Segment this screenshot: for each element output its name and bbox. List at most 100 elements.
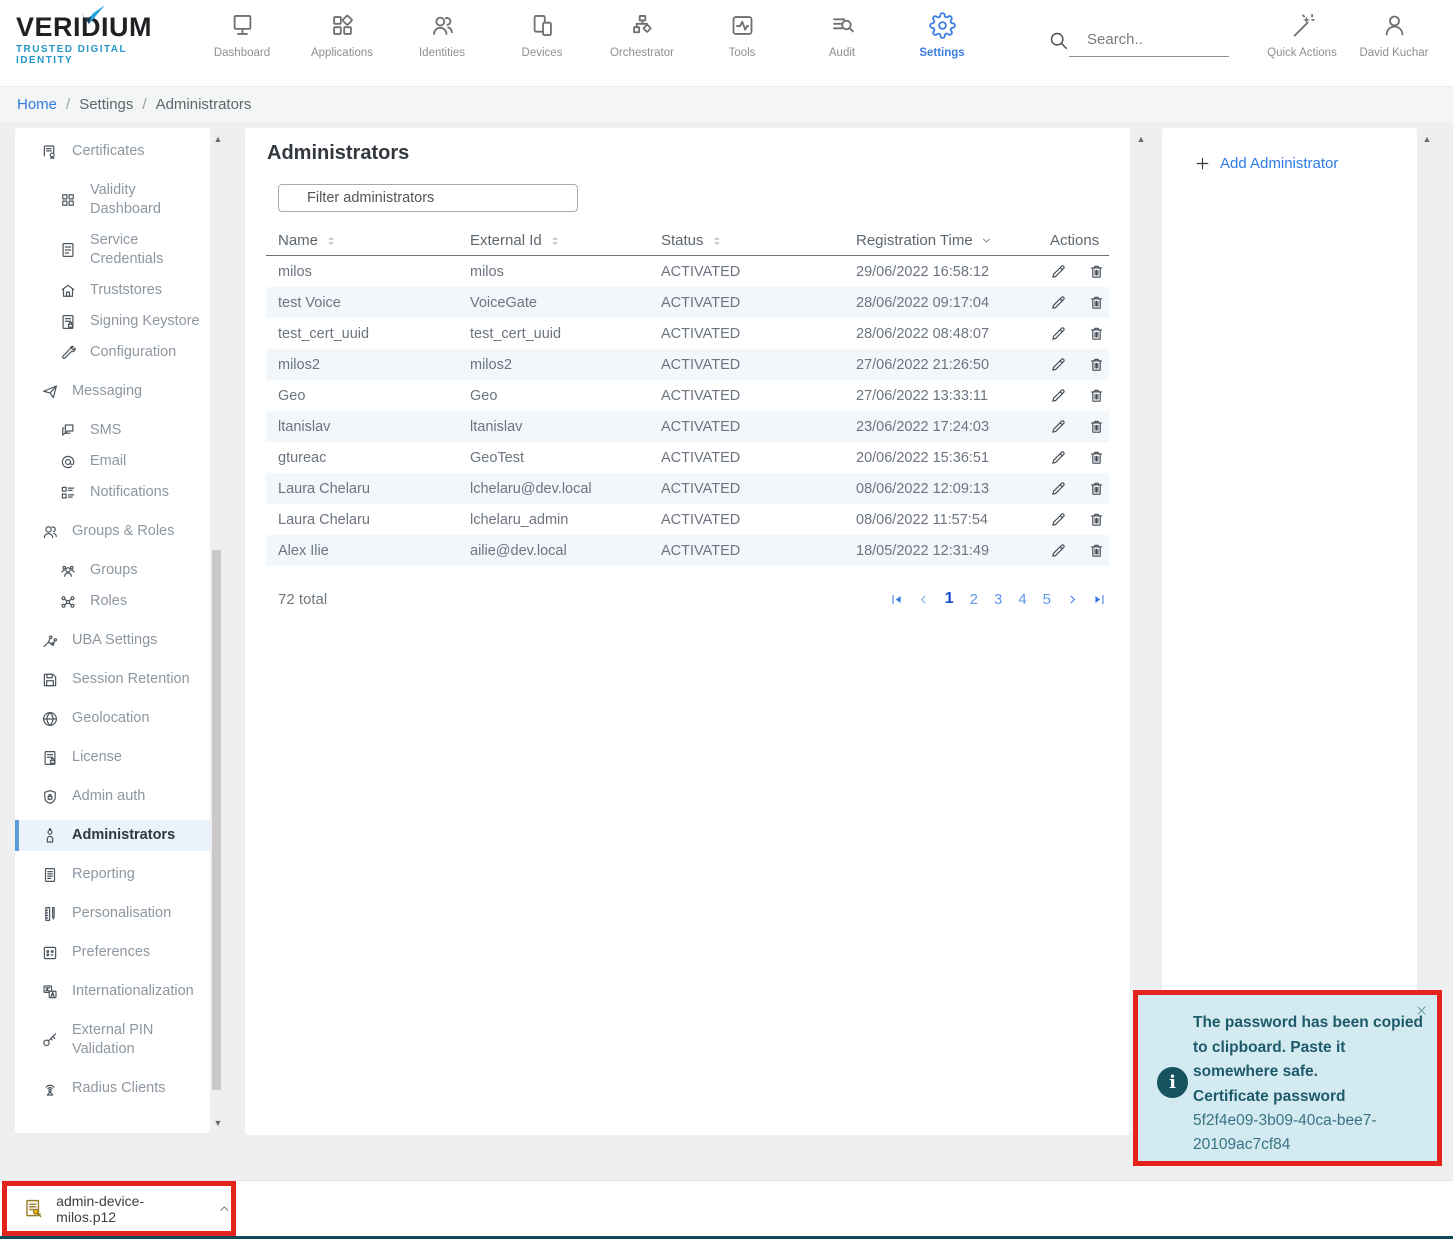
delete-button[interactable]	[1088, 325, 1105, 342]
sidebar-item-roles[interactable]: Roles	[15, 586, 210, 617]
filter-administrators-input[interactable]	[278, 184, 578, 212]
nav-item-tools[interactable]: Tools	[692, 10, 792, 59]
delete-button[interactable]	[1088, 418, 1105, 435]
column-header-external-id[interactable]: External Id	[458, 232, 649, 249]
edit-button[interactable]	[1050, 387, 1067, 404]
search-input[interactable]	[1069, 31, 1229, 57]
key-icon	[41, 1031, 59, 1049]
edit-button[interactable]	[1050, 480, 1067, 497]
edit-button[interactable]	[1050, 263, 1067, 280]
cell-name: test Voice	[266, 295, 458, 311]
sidebar-item-groups-roles[interactable]: Groups & Roles	[15, 516, 210, 547]
sidebar-item-certificates[interactable]: Certificates	[15, 136, 210, 167]
page-number-4[interactable]: 4	[1016, 591, 1028, 608]
sidebar-item-email[interactable]: Email	[15, 446, 210, 477]
cell-actions	[1038, 356, 1109, 373]
edit-button[interactable]	[1050, 294, 1067, 311]
nav-item-devices[interactable]: Devices	[492, 10, 592, 59]
first-page-button[interactable]	[889, 592, 904, 607]
edit-button[interactable]	[1050, 418, 1067, 435]
sidebar-item-external-pin-validation[interactable]: External PIN Validation	[15, 1015, 210, 1065]
nav-item-settings[interactable]: Settings	[892, 10, 992, 59]
breadcrumb-home[interactable]: Home	[17, 96, 57, 113]
cell-registration-time: 08/06/2022 12:09:13	[844, 481, 1038, 497]
cell-name: Geo	[266, 388, 458, 404]
delete-button[interactable]	[1088, 356, 1105, 373]
delete-button[interactable]	[1088, 449, 1105, 466]
sidebar-item-messaging[interactable]: Messaging	[15, 376, 210, 407]
add-administrator-button[interactable]: Add Administrator	[1194, 155, 1417, 172]
sidebar-item-service-credentials[interactable]: Service Credentials	[15, 225, 210, 275]
panel-scroll-up-icon[interactable]: ▲	[1420, 134, 1434, 144]
sidebar-item-administrators[interactable]: Administrators	[15, 820, 210, 851]
last-page-button[interactable]	[1092, 592, 1107, 607]
edit-button[interactable]	[1050, 542, 1067, 559]
sidebar-item-preferences[interactable]: Preferences	[15, 937, 210, 968]
column-header-name[interactable]: Name	[266, 232, 458, 249]
sidebar-scroll-down-icon[interactable]: ▼	[211, 1118, 225, 1128]
globe-icon	[41, 710, 59, 728]
previous-page-button[interactable]	[916, 592, 931, 607]
nav-item-audit[interactable]: Audit	[792, 10, 892, 59]
delete-button[interactable]	[1088, 542, 1105, 559]
page-number-5[interactable]: 5	[1041, 591, 1053, 608]
cell-external-id: lchelaru@dev.local	[458, 481, 649, 497]
main-scroll-up-icon[interactable]: ▲	[1134, 134, 1148, 144]
sidebar-item-session-retention[interactable]: Session Retention	[15, 664, 210, 695]
veridium-logo[interactable]: VERIDIUM TRUSTED DIGITAL IDENTITY	[16, 12, 166, 66]
page-number-3[interactable]: 3	[992, 591, 1004, 608]
password-copied-toast: i The password has been copied to clipbo…	[1133, 990, 1442, 1166]
edit-button[interactable]	[1050, 449, 1067, 466]
cell-external-id: milos	[458, 264, 649, 280]
user-menu[interactable]: David Kuchar	[1352, 10, 1436, 59]
next-page-button[interactable]	[1065, 592, 1080, 607]
sidebar-item-personalisation[interactable]: Personalisation	[15, 898, 210, 929]
quick-actions-button[interactable]: Quick Actions	[1263, 10, 1341, 59]
delete-button[interactable]	[1088, 294, 1105, 311]
sidebar-item-license[interactable]: License	[15, 742, 210, 773]
sidebar-item-reporting[interactable]: Reporting	[15, 859, 210, 890]
sidebar-item-notifications[interactable]: Notifications	[15, 477, 210, 508]
toast-message: The password has been copied to clipboar…	[1193, 1014, 1423, 1080]
cell-actions	[1038, 387, 1109, 404]
edit-button[interactable]	[1050, 356, 1067, 373]
sidebar-item-groups[interactable]: Groups	[15, 555, 210, 586]
sidebar-item-truststores[interactable]: Truststores	[15, 275, 210, 306]
edit-button[interactable]	[1050, 325, 1067, 342]
cell-external-id: ltanislav	[458, 419, 649, 435]
table-row: milos2 milos2 ACTIVATED 27/06/2022 21:26…	[266, 349, 1109, 380]
column-header-registration-time[interactable]: Registration Time	[844, 232, 1038, 249]
delete-button[interactable]	[1088, 480, 1105, 497]
sidebar-item-uba-settings[interactable]: UBA Settings	[15, 625, 210, 656]
sidebar-item-internationalization[interactable]: Internationalization	[15, 976, 210, 1007]
sidebar-scrollbar-thumb[interactable]	[212, 550, 221, 1090]
sidebar-item-geolocation[interactable]: Geolocation	[15, 703, 210, 734]
downloaded-file-item[interactable]: admin-device-milos.p12	[2, 1181, 236, 1236]
page-number-2[interactable]: 2	[968, 591, 980, 608]
cell-actions	[1038, 263, 1109, 280]
sidebar-scroll-up-icon[interactable]: ▲	[211, 134, 225, 144]
toast-close-icon[interactable]	[1415, 1004, 1428, 1017]
edit-button[interactable]	[1050, 511, 1067, 528]
sidebar-item-admin-auth[interactable]: Admin auth	[15, 781, 210, 812]
chevron-up-icon[interactable]	[218, 1202, 231, 1215]
sidebar-item-sms[interactable]: SMS	[15, 415, 210, 446]
search-icon[interactable]	[1048, 30, 1069, 51]
sidebar-item-configuration[interactable]: Configuration	[15, 337, 210, 368]
gear-icon	[929, 12, 956, 39]
nav-item-orchestrator[interactable]: Orchestrator	[592, 10, 692, 59]
network-icon	[59, 593, 77, 611]
sidebar-item-radius-clients[interactable]: Radius Clients	[15, 1073, 210, 1104]
sidebar-item-signing-keystore[interactable]: Signing Keystore	[15, 306, 210, 337]
nav-item-dashboard[interactable]: Dashboard	[192, 10, 292, 59]
delete-button[interactable]	[1088, 511, 1105, 528]
nav-item-identities[interactable]: Identities	[392, 10, 492, 59]
column-header-status[interactable]: Status	[649, 232, 844, 249]
delete-button[interactable]	[1088, 387, 1105, 404]
delete-button[interactable]	[1088, 263, 1105, 280]
breadcrumb-settings[interactable]: Settings	[79, 96, 133, 113]
logo-checkmark-icon	[80, 4, 106, 26]
sidebar-item-validity-dashboard[interactable]: Validity Dashboard	[15, 175, 210, 225]
nav-item-applications[interactable]: Applications	[292, 10, 392, 59]
page-number-1[interactable]: 1	[943, 590, 956, 608]
